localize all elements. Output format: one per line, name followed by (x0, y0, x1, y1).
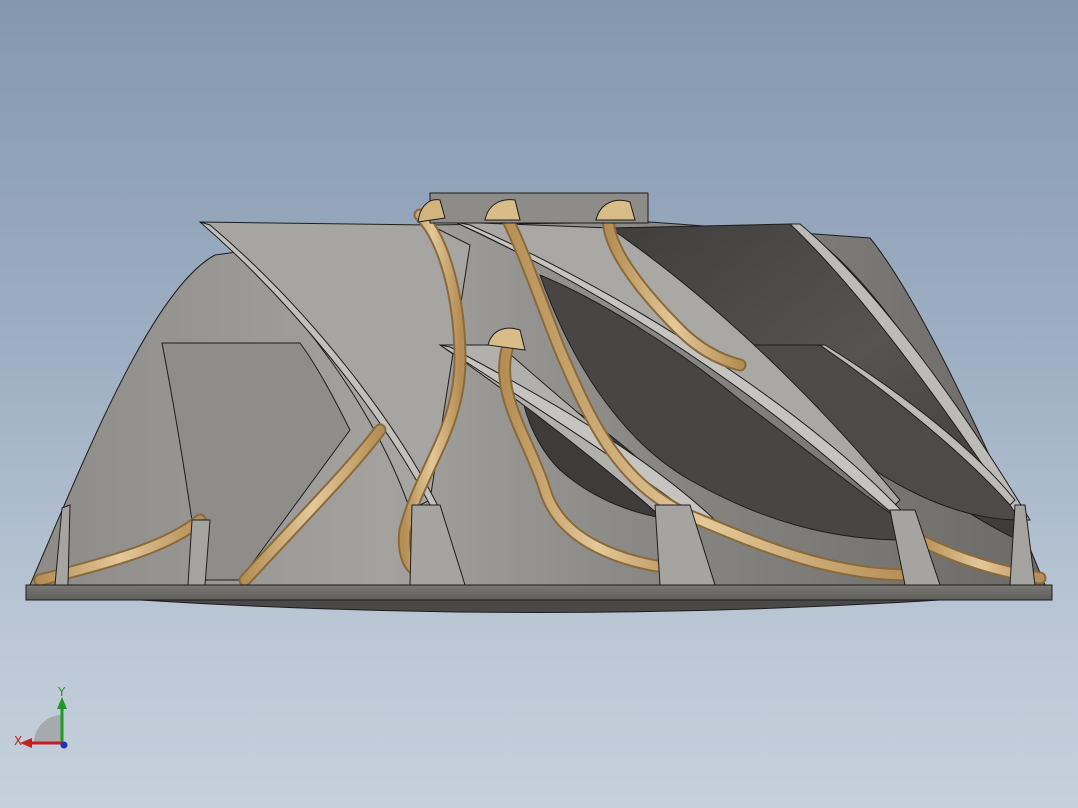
axis-triad[interactable]: Y X (10, 685, 80, 755)
fillet-top-left (417, 199, 446, 223)
x-axis-label: X (14, 734, 22, 748)
z-axis-icon (60, 741, 68, 749)
hub-bottom (139, 599, 941, 613)
triad-quadrant-icon (34, 715, 62, 743)
y-axis-label: Y (57, 685, 66, 699)
graphics-viewport[interactable]: Y X (0, 0, 1078, 808)
impeller-model[interactable] (0, 0, 1078, 808)
base-plate (25, 584, 1053, 601)
